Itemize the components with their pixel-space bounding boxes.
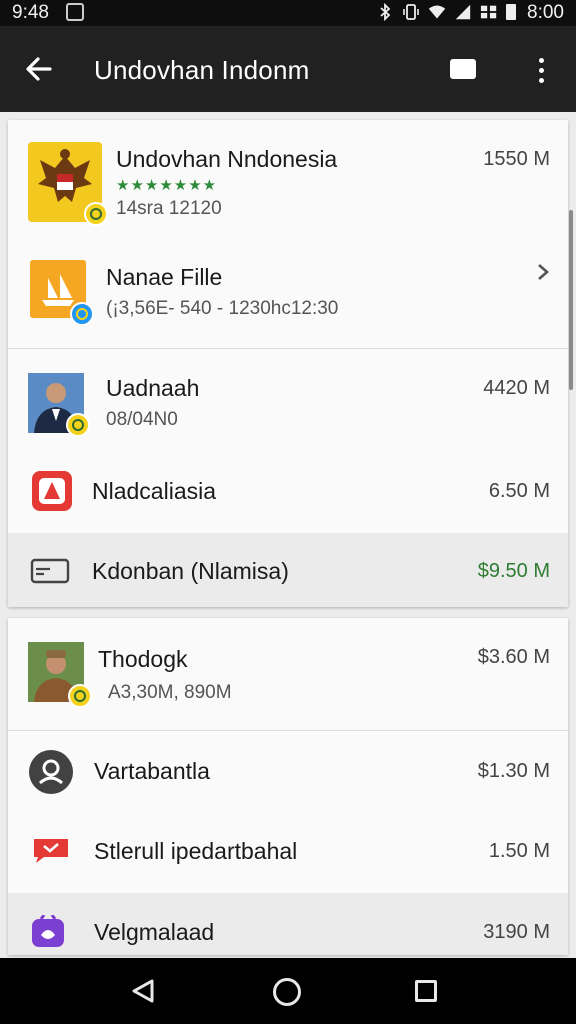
- notification-icon: [66, 3, 84, 21]
- list-item[interactable]: Thodogk A3,30M, 890M $3.60 M: [8, 618, 568, 730]
- list-item[interactable]: Uadnaah 08/04N0 4420 M: [8, 349, 568, 453]
- cast-icon[interactable]: [450, 59, 476, 81]
- status-time: 9:48: [12, 2, 49, 23]
- wifi-icon: [428, 3, 446, 21]
- status-clock: 8:00: [527, 2, 564, 23]
- list-item-subtitle: (¡3,56E- 540 - 1230hc12:30: [106, 298, 339, 319]
- red-app-icon: [30, 469, 74, 513]
- list-item-title: Nanae Fille: [106, 264, 223, 290]
- list-item[interactable]: Kdonban (Nlamisa) $9.50 M: [8, 533, 568, 607]
- chevron-right-icon[interactable]: [536, 262, 550, 282]
- list-item-size: 1.50 M: [488, 840, 550, 862]
- list-item-title: Stlerull ipedartbahal: [94, 838, 298, 864]
- app-list-card: Thodogk A3,30M, 890M $3.60 M Vartabantla…: [8, 618, 568, 955]
- list-item-size: $1.30 M: [477, 760, 550, 782]
- page-title: Undovhan Indonm: [94, 55, 310, 85]
- list-item-title: Thodogk: [98, 646, 188, 672]
- list-item[interactable]: Stlerull ipedartbahal 1.50 M: [8, 811, 568, 893]
- list-item[interactable]: Vartabantla $1.30 M: [8, 731, 568, 811]
- message-icon: [30, 835, 72, 865]
- list-item-title: Undovhan Nndonesia: [116, 146, 338, 172]
- list-item[interactable]: Nladcaliasia 6.50 M: [8, 453, 568, 533]
- card-payment-icon: [30, 557, 70, 585]
- person-avatar: [28, 642, 92, 710]
- nav-recents-icon[interactable]: [415, 980, 437, 1002]
- list-item-title: Kdonban (Nlamisa): [92, 558, 289, 584]
- list-item-size: 1550 M: [483, 148, 550, 170]
- list-item-subtitle: A3,30M, 890M: [108, 682, 232, 703]
- nav-back-icon[interactable]: [130, 978, 156, 1004]
- scrollbar[interactable]: [569, 210, 573, 390]
- list-item-subtitle: 14sra 12120: [116, 198, 222, 219]
- list-item-title: Velgmalaad: [94, 919, 215, 945]
- data-icon: [480, 3, 498, 21]
- list-item-title: Nladcaliasia: [92, 478, 217, 504]
- ship-icon: [30, 260, 94, 326]
- status-bar: 9:48 8:00: [0, 0, 576, 26]
- list-item-size: 6.50 M: [488, 480, 550, 502]
- signal-icon: [454, 3, 472, 21]
- verified-badge-icon: [68, 684, 92, 708]
- list-item[interactable]: Undovhan Nndonesia ★★★★★★★ 14sra 12120 1…: [8, 120, 568, 232]
- list-item-size: $3.60 M: [477, 646, 550, 668]
- battery-icon: [506, 4, 516, 20]
- list-item-size: 3190 M: [483, 921, 550, 943]
- rating-stars: ★★★★★★★: [116, 177, 218, 194]
- list-item[interactable]: Nanae Fille (¡3,56E- 540 - 1230hc12:30: [8, 232, 568, 348]
- account-icon: [28, 749, 76, 797]
- verified-badge-icon: [66, 413, 90, 437]
- app-bar: Undovhan Indonm: [0, 26, 576, 112]
- list-item-title: Uadnaah: [106, 375, 200, 401]
- nav-home-icon[interactable]: [273, 978, 301, 1006]
- list-item[interactable]: Velgmalaad 3190 M: [8, 893, 568, 955]
- verified-badge-icon: [84, 202, 108, 226]
- person-avatar: [28, 373, 90, 437]
- app-list-card: Undovhan Nndonesia ★★★★★★★ 14sra 12120 1…: [8, 120, 568, 607]
- navigation-bar: [0, 958, 576, 1024]
- vibrate-icon: [402, 3, 420, 21]
- status-icons: [376, 3, 498, 21]
- more-options-icon[interactable]: [532, 56, 552, 86]
- list-item-size: $9.50 M: [477, 560, 550, 582]
- list-item-subtitle: 08/04N0: [106, 409, 178, 430]
- back-arrow-icon[interactable]: [22, 52, 56, 86]
- garuda-emblem-icon: [28, 142, 108, 226]
- verified-badge-icon: [70, 302, 94, 326]
- list-item-title: Vartabantla: [94, 758, 210, 784]
- purple-app-icon: [30, 914, 68, 949]
- bluetooth-icon: [376, 3, 394, 21]
- list-item-size: 4420 M: [483, 377, 550, 399]
